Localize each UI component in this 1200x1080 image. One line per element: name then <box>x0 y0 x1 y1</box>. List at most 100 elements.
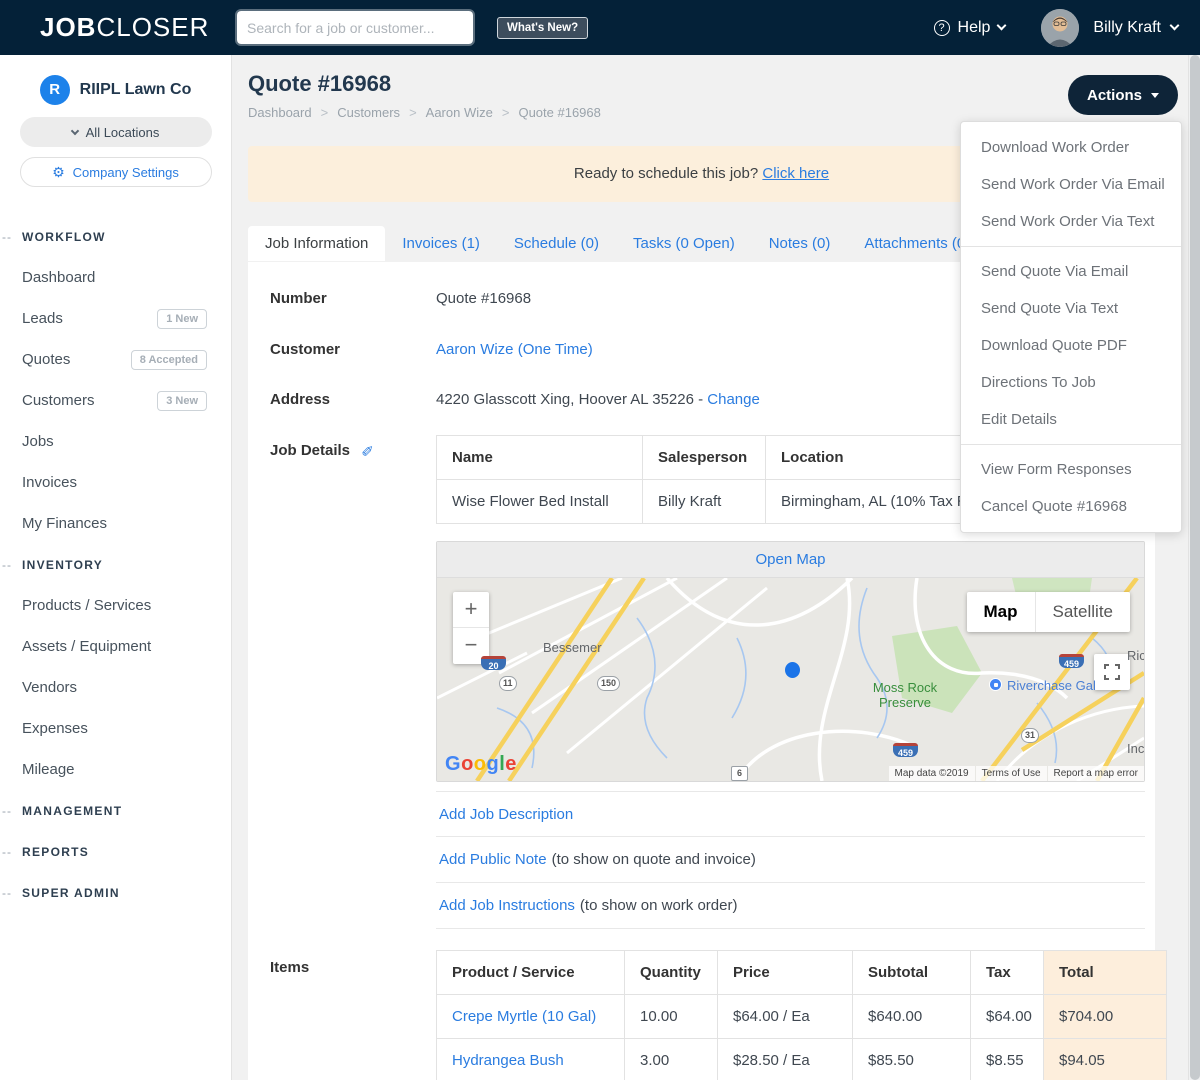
breadcrumb-separator: > <box>501 105 510 120</box>
section-super-admin[interactable]: SUPER ADMIN <box>0 872 231 913</box>
company-name: RIIPL Lawn Co <box>79 81 192 98</box>
open-map-link[interactable]: Open Map <box>755 551 825 568</box>
satellite-button[interactable]: Satellite <box>1034 592 1130 632</box>
google-logo[interactable]: Google <box>445 753 517 776</box>
section-workflow[interactable]: WORKFLOW <box>0 216 231 257</box>
chevron-down-icon <box>1169 20 1180 31</box>
edit-pencil-icon[interactable]: ✎ <box>361 441 374 459</box>
help-label: Help <box>957 18 991 36</box>
banner-click-here-link[interactable]: Click here <box>762 165 829 182</box>
items-col-subtotal: Subtotal <box>852 950 971 995</box>
menu-item-send-work-order-email[interactable]: Send Work Order Via Email <box>961 166 1181 203</box>
breadcrumb-aaron-wize[interactable]: Aaron Wize <box>426 105 493 120</box>
items-col-product: Product / Service <box>436 950 625 995</box>
product-link[interactable]: Crepe Myrtle (10 Gal) <box>452 1008 596 1025</box>
zoom-in-button[interactable]: + <box>453 592 489 628</box>
sidebar-item-expenses[interactable]: Expenses <box>0 708 231 749</box>
chevron-down-icon <box>996 20 1007 31</box>
customer-link[interactable]: Aaron Wize (One Time) <box>436 341 593 358</box>
sidebar-item-customers[interactable]: Customers 3 New <box>0 380 231 421</box>
map-label-moss-rock: Moss Rock Preserve <box>869 680 941 710</box>
menu-item-send-quote-email[interactable]: Send Quote Via Email <box>961 253 1181 290</box>
menu-item-view-form-responses[interactable]: View Form Responses <box>961 451 1181 488</box>
terms-of-use-link[interactable]: Terms of Use <box>975 766 1047 781</box>
user-avatar[interactable] <box>1041 8 1080 47</box>
tab-job-information[interactable]: Job Information <box>248 226 386 261</box>
route-11-shield: 11 <box>499 676 517 691</box>
scrollbar[interactable] <box>1188 55 1200 1080</box>
map-zoom-control: + − <box>453 592 489 664</box>
sidebar-item-label: Expenses <box>22 720 88 737</box>
tab-tasks[interactable]: Tasks (0 Open) <box>616 226 752 261</box>
chevron-down-icon <box>70 126 79 135</box>
user-menu[interactable]: Billy Kraft <box>1093 19 1180 37</box>
help-menu[interactable]: ? Help <box>933 18 1007 37</box>
tab-schedule[interactable]: Schedule (0) <box>497 226 616 261</box>
fullscreen-button[interactable] <box>1094 654 1130 690</box>
logo-bold: JOB <box>40 12 97 42</box>
sidebar-item-quotes[interactable]: Quotes 8 Accepted <box>0 339 231 380</box>
search-input[interactable] <box>235 9 475 46</box>
whats-new-button[interactable]: What's New? <box>497 17 589 39</box>
sidebar-item-dashboard[interactable]: Dashboard <box>0 257 231 298</box>
menu-divider <box>961 246 1181 247</box>
product-link[interactable]: Hydrangea Bush <box>452 1052 564 1069</box>
sidebar-item-my-finances[interactable]: My Finances <box>0 503 231 544</box>
section-inventory[interactable]: INVENTORY <box>0 544 231 585</box>
menu-item-download-quote-pdf[interactable]: Download Quote PDF <box>961 327 1181 364</box>
sidebar-item-mileage[interactable]: Mileage <box>0 749 231 790</box>
menu-item-download-work-order[interactable]: Download Work Order <box>961 129 1181 166</box>
table-row: Crepe Myrtle (10 Gal) 10.00 $64.00 / Ea … <box>436 994 1167 1039</box>
breadcrumb-customers[interactable]: Customers <box>337 105 400 120</box>
tab-invoices[interactable]: Invoices (1) <box>385 226 497 261</box>
section-reports[interactable]: REPORTS <box>0 831 231 872</box>
items-table: Product / Service Quantity Price Subtota… <box>436 950 1167 1080</box>
map-marker-icon[interactable] <box>785 662 800 678</box>
route-31-shield: 31 <box>1021 728 1040 743</box>
menu-item-send-quote-text[interactable]: Send Quote Via Text <box>961 290 1181 327</box>
add-job-description-link[interactable]: Add Job Description <box>439 806 573 823</box>
scrollbar-thumb[interactable] <box>1190 55 1200 1080</box>
sidebar-item-assets-equipment[interactable]: Assets / Equipment <box>0 626 231 667</box>
actions-label: Actions <box>1086 86 1142 104</box>
menu-item-cancel-quote[interactable]: Cancel Quote #16968 <box>961 488 1181 525</box>
item-product-cell: Crepe Myrtle (10 Gal) <box>436 994 625 1039</box>
map-label-moss-rock-line2: Preserve <box>878 695 932 710</box>
top-navbar: JOBCLOSER What's New? ? Help Billy Kraft <box>0 0 1200 55</box>
map-label-inc: Inc <box>1127 741 1144 756</box>
sidebar-item-label: Dashboard <box>22 269 96 286</box>
main-content: Quote #16968 Dashboard > Customers > Aar… <box>232 55 1188 1080</box>
page-title: Quote #16968 <box>248 71 392 96</box>
sidebar-item-jobs[interactable]: Jobs <box>0 421 231 462</box>
report-map-error-link[interactable]: Report a map error <box>1047 766 1144 781</box>
company-row: R RIIPL Lawn Co <box>0 75 231 105</box>
customers-badge: 3 New <box>157 390 207 411</box>
address-change-link[interactable]: Change <box>707 391 760 408</box>
map-button[interactable]: Map <box>966 592 1035 632</box>
menu-item-send-work-order-text[interactable]: Send Work Order Via Text <box>961 203 1181 240</box>
menu-item-directions-to-job[interactable]: Directions To Job <box>961 364 1181 401</box>
sidebar: R RIIPL Lawn Co All Locations ⚙ Company … <box>0 55 232 1080</box>
sidebar-item-products-services[interactable]: Products / Services <box>0 585 231 626</box>
sidebar-item-vendors[interactable]: Vendors <box>0 667 231 708</box>
quotes-badge: 8 Accepted <box>130 349 207 370</box>
breadcrumb-separator: > <box>320 105 329 120</box>
interstate-20-shield: 20 <box>481 656 506 671</box>
sidebar-item-leads[interactable]: Leads 1 New <box>0 298 231 339</box>
section-management[interactable]: MANAGEMENT <box>0 790 231 831</box>
add-public-note-link[interactable]: Add Public Note <box>439 851 547 868</box>
all-locations-dropdown[interactable]: All Locations <box>19 117 212 147</box>
address-text: 4220 Glasscott Xing, Hoover AL 35226 - <box>436 391 704 408</box>
job-col-salesperson: Salesperson <box>642 435 766 480</box>
company-settings-button[interactable]: ⚙ Company Settings <box>19 157 212 187</box>
breadcrumb-dashboard[interactable]: Dashboard <box>248 105 312 120</box>
actions-button[interactable]: Actions <box>1068 75 1178 115</box>
sidebar-item-invoices[interactable]: Invoices <box>0 462 231 503</box>
add-job-instructions-link[interactable]: Add Job Instructions <box>439 897 575 914</box>
item-quantity-cell: 3.00 <box>624 1038 718 1080</box>
add-links-section: Add Job Description Add Public Note (to s… <box>436 791 1145 929</box>
map-canvas[interactable]: + − Map Satellite Bessemer Moss Rock Pre… <box>437 578 1144 781</box>
items-col-quantity: Quantity <box>624 950 718 995</box>
tab-notes[interactable]: Notes (0) <box>752 226 848 261</box>
menu-item-edit-details[interactable]: Edit Details <box>961 401 1181 438</box>
